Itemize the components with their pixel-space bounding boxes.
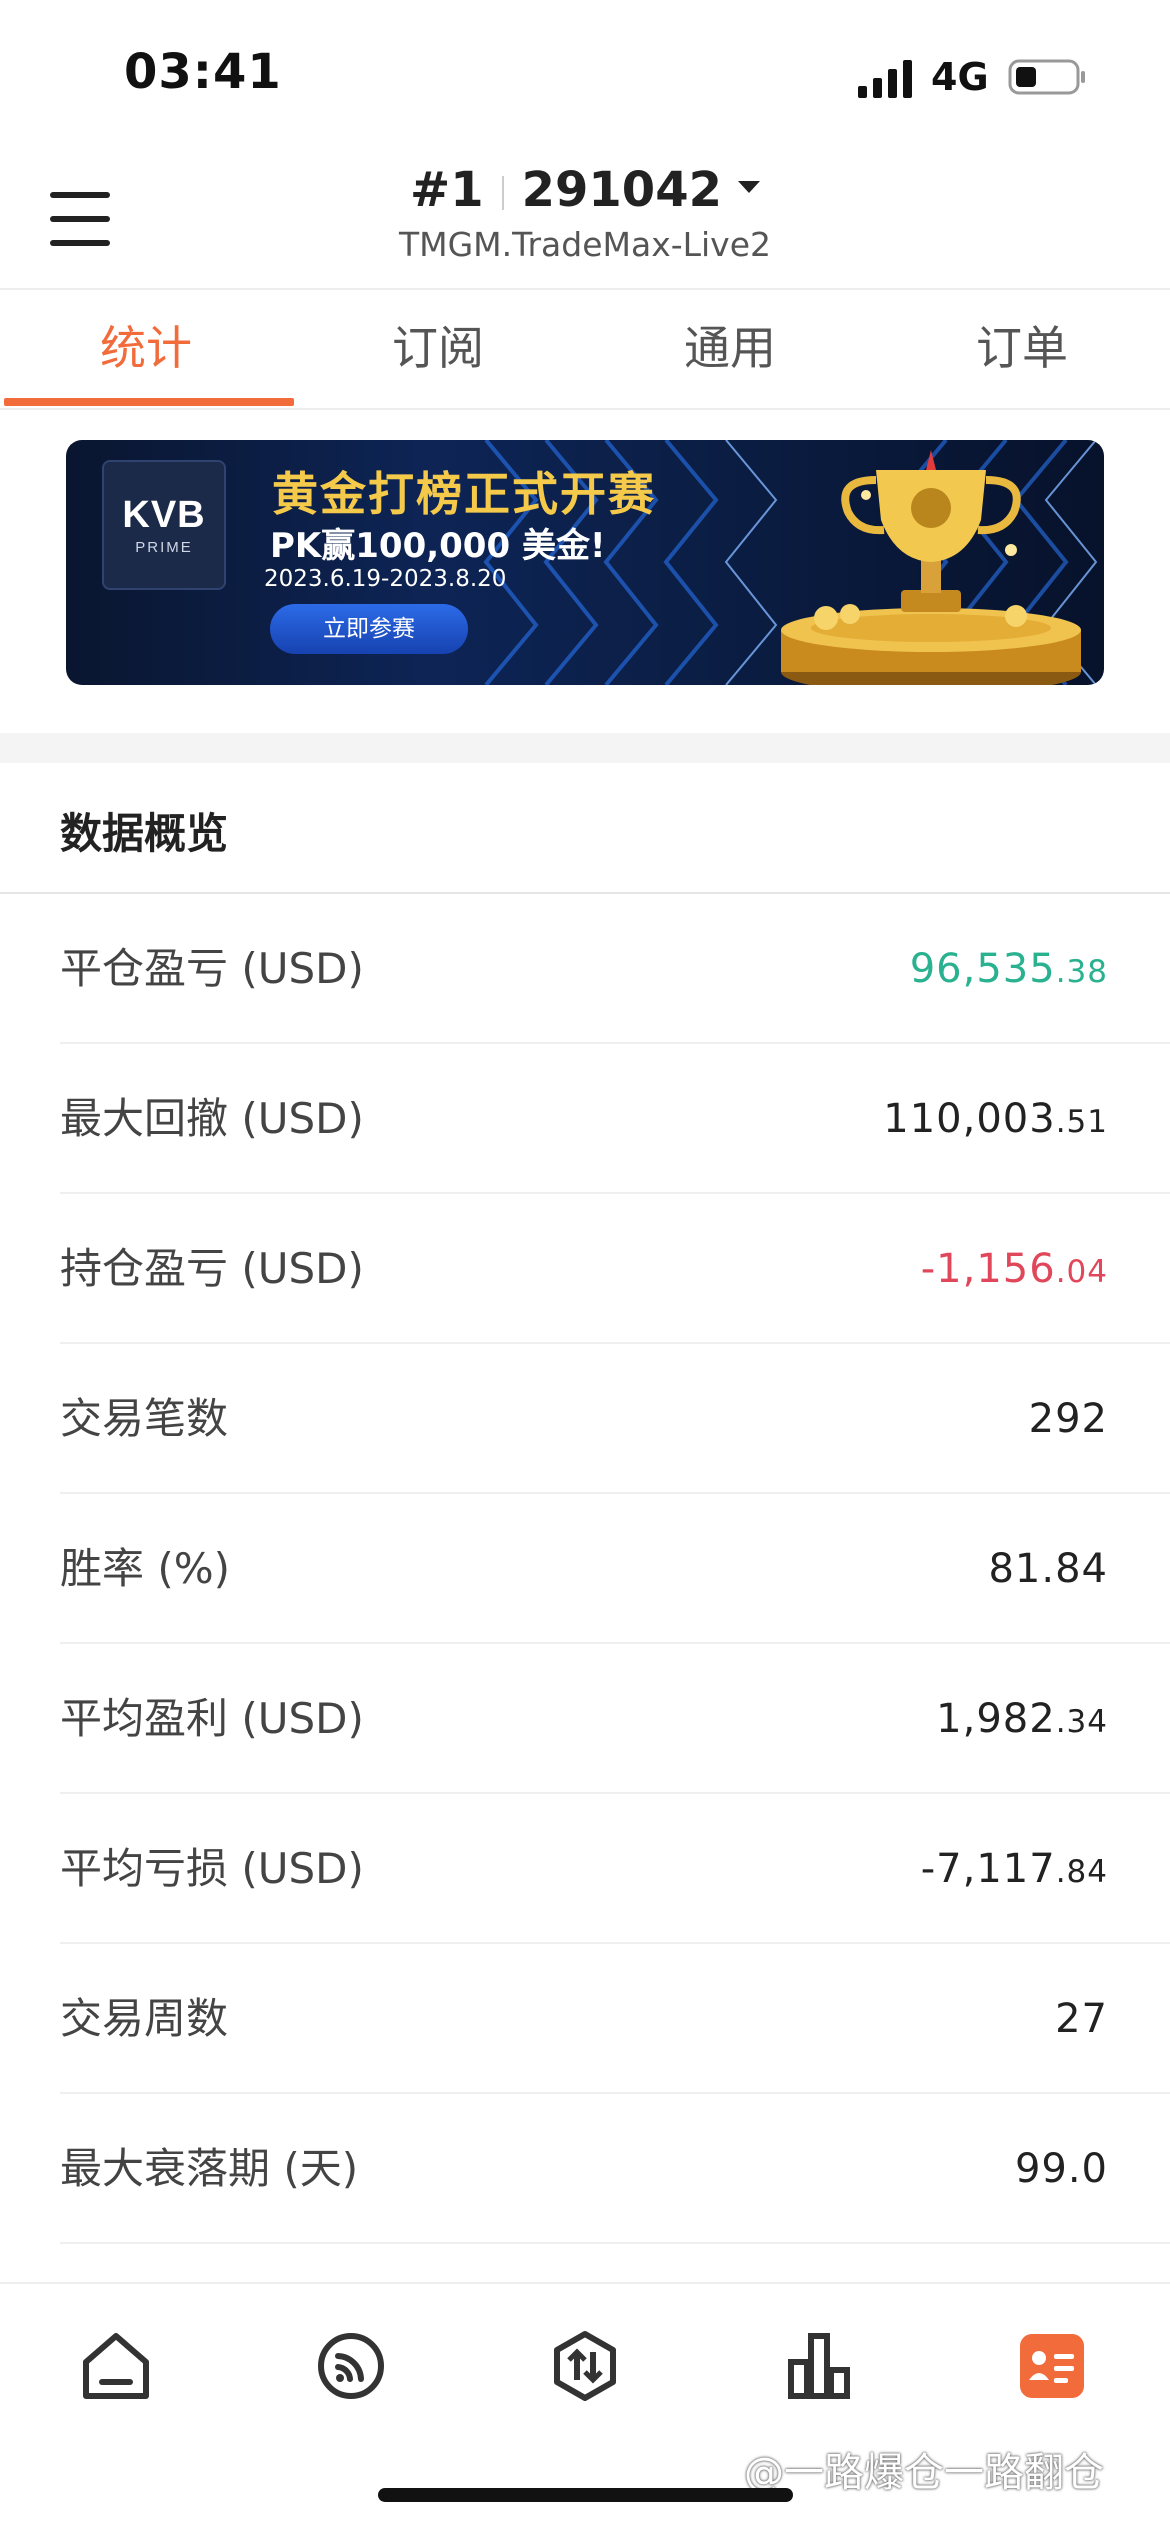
- row-label: 最大衰落期 (天): [60, 2144, 359, 2193]
- row-label: 交易周数: [60, 1994, 229, 2043]
- chart-icon[interactable]: [779, 2326, 859, 2406]
- join-contest-button[interactable]: 立即参赛: [270, 604, 468, 654]
- row-value: 27: [1055, 1996, 1108, 2042]
- row-label: 交易笔数: [60, 1394, 229, 1443]
- trade-icon[interactable]: [545, 2326, 625, 2406]
- caret-down-icon[interactable]: [738, 181, 760, 193]
- row-value: 1,982.34: [936, 1696, 1108, 1742]
- row-value: 81.84: [988, 1546, 1108, 1592]
- row-value: -1,156.04: [920, 1246, 1108, 1292]
- list-item-floating-pnl: 持仓盈亏 (USD) -1,156.04: [0, 1194, 1170, 1344]
- list-item-avg-loss: 平均亏损 (USD) -7,117.84: [0, 1794, 1170, 1944]
- logo-main-text: KVB: [122, 494, 206, 536]
- list-item-closed-pnl: 平仓盈亏 (USD) 96,535.38: [0, 894, 1170, 1044]
- banner-date-range: 2023.6.19-2023.8.20: [264, 566, 507, 592]
- account-rank: #1: [409, 162, 484, 218]
- overview-list: 平仓盈亏 (USD) 96,535.38 最大回撤 (USD) 110,003.…: [0, 894, 1170, 2244]
- list-item-trade-count: 交易笔数 292: [0, 1344, 1170, 1494]
- banner-title: 黄金打榜正式开赛: [272, 467, 656, 521]
- row-value: 110,003.51: [883, 1096, 1108, 1142]
- active-tab-indicator: [4, 398, 294, 406]
- row-label: 平均盈利 (USD): [60, 1694, 364, 1743]
- server-name: TMGM.TradeMax-Live2: [398, 225, 772, 264]
- list-item-trading-weeks: 交易周数 27: [0, 1944, 1170, 2094]
- kvb-logo: KVB PRIME: [102, 460, 226, 590]
- account-selector[interactable]: #1 291042: [0, 162, 1170, 218]
- list-item-avg-profit: 平均盈利 (USD) 1,982.34: [0, 1644, 1170, 1794]
- row-label: 胜率 (%): [60, 1544, 231, 1593]
- home-indicator[interactable]: [378, 2488, 793, 2502]
- tab-bar: 统计 订阅 通用 订单: [0, 292, 1170, 410]
- tab-subscriptions[interactable]: 订阅: [292, 292, 584, 410]
- feed-icon[interactable]: [311, 2326, 391, 2406]
- row-value: -7,117.84: [920, 1846, 1108, 1892]
- profile-icon[interactable]: [1012, 2326, 1092, 2406]
- row-label: 平均亏损 (USD): [60, 1844, 364, 1893]
- signal-icon: [858, 60, 912, 98]
- status-time: 03:41: [124, 44, 282, 100]
- app-header: #1 291042 TMGM.TradeMax-Live2: [0, 150, 1170, 290]
- row-label: 持仓盈亏 (USD): [60, 1244, 364, 1293]
- promo-banner[interactable]: KVB PRIME 黄金打榜正式开赛 PK赢100,000 美金! 2023.6…: [66, 440, 1104, 685]
- banner-subtitle: PK赢100,000 美金!: [270, 526, 606, 566]
- watermark: @一路爆仓一路翻仓: [744, 2450, 1104, 2496]
- battery-icon: [1008, 59, 1085, 95]
- network-type: 4G: [931, 55, 989, 99]
- overview-title: 数据概览: [60, 809, 229, 858]
- list-item-max-decline-period: 最大衰落期 (天) 99.0: [0, 2094, 1170, 2244]
- row-value: 96,535.38: [909, 946, 1108, 992]
- list-item-win-rate: 胜率 (%) 81.84: [0, 1494, 1170, 1644]
- row-value: 99.0: [1014, 2146, 1108, 2192]
- row-value: 292: [1028, 1396, 1108, 1442]
- account-divider: [501, 176, 504, 210]
- logo-sub-text: PRIME: [135, 539, 193, 556]
- row-label: 平仓盈亏 (USD): [60, 944, 364, 993]
- account-number: 291042: [521, 162, 722, 218]
- section-gap: [0, 733, 1170, 763]
- tab-orders[interactable]: 订单: [876, 292, 1168, 410]
- tab-general[interactable]: 通用: [584, 292, 876, 410]
- home-icon[interactable]: [76, 2326, 156, 2406]
- status-bar: 03:41 4G: [0, 0, 1170, 150]
- tab-statistics[interactable]: 统计: [0, 292, 292, 410]
- trophy-icon: [781, 450, 1081, 685]
- list-item-max-drawdown: 最大回撤 (USD) 110,003.51: [0, 1044, 1170, 1194]
- row-label: 最大回撤 (USD): [60, 1094, 364, 1143]
